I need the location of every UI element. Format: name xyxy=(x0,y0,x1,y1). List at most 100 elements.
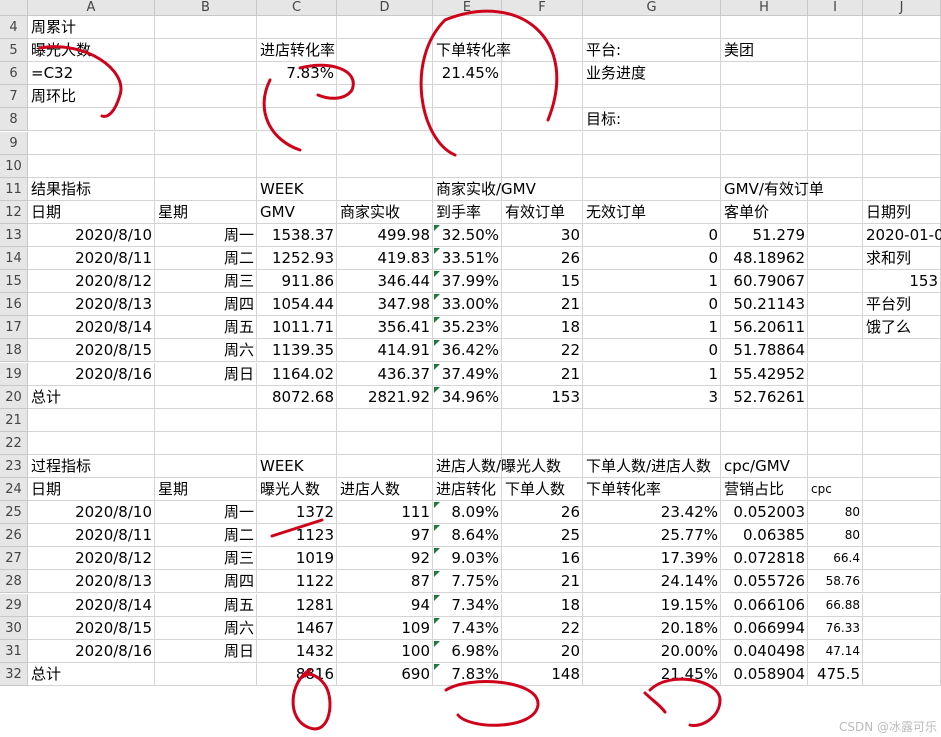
cell-e16[interactable]: 33.00% xyxy=(433,293,502,316)
cell-a4[interactable]: 周累计 xyxy=(28,16,257,39)
cell-c11[interactable]: WEEK xyxy=(257,178,337,201)
grid-cell[interactable] xyxy=(583,154,721,178)
cell-d18[interactable]: 414.91 xyxy=(337,339,433,362)
grid-cell[interactable] xyxy=(863,616,941,640)
cell-g5[interactable]: 平台: xyxy=(583,39,721,62)
cell-d17[interactable]: 356.41 xyxy=(337,316,433,339)
cell-d19[interactable]: 436.37 xyxy=(337,363,433,386)
cell-a16[interactable]: 2020/8/13 xyxy=(28,293,155,316)
cell-e20[interactable]: 34.96% xyxy=(433,386,502,409)
row-header-8[interactable]: 8 xyxy=(0,108,28,132)
cell-e28[interactable]: 7.75% xyxy=(433,570,502,593)
cell-h18[interactable]: 51.78864 xyxy=(721,339,808,362)
cell-h20[interactable]: 52.76261 xyxy=(721,386,808,409)
grid-cell[interactable] xyxy=(863,639,941,663)
grid-cell[interactable] xyxy=(808,39,863,63)
cell-h28[interactable]: 0.055726 xyxy=(721,570,808,593)
row-header-22[interactable]: 22 xyxy=(0,431,28,455)
grid-cell[interactable] xyxy=(863,662,941,686)
cell-b27[interactable]: 周三 xyxy=(155,547,257,570)
cell-a6[interactable]: =C32 xyxy=(28,62,257,85)
cell-a5[interactable]: 曝光人数 xyxy=(28,39,257,62)
cell-d24[interactable]: 进店人数 xyxy=(337,478,433,501)
cell-a32[interactable]: 总计 xyxy=(28,663,155,686)
cell-e30[interactable]: 7.43% xyxy=(433,617,502,640)
cell-h14[interactable]: 48.18962 xyxy=(721,247,808,270)
row-header-15[interactable]: 15 xyxy=(0,270,28,294)
cell-b15[interactable]: 周三 xyxy=(155,270,257,293)
grid-cell[interactable] xyxy=(257,108,337,132)
cell-a27[interactable]: 2020/8/12 xyxy=(28,547,155,570)
cell-d27[interactable]: 92 xyxy=(337,547,433,570)
cell-g12[interactable]: 无效订单 xyxy=(583,201,721,224)
cell-e17[interactable]: 35.23% xyxy=(433,316,502,339)
cell-j16[interactable]: 平台列 xyxy=(863,293,941,316)
grid-cell[interactable] xyxy=(863,570,941,594)
cell-d31[interactable]: 100 xyxy=(337,640,433,663)
cell-g8[interactable]: 目标: xyxy=(583,108,721,131)
grid-cell[interactable] xyxy=(502,16,583,40)
row-header-9[interactable]: 9 xyxy=(0,131,28,155)
row-header-30[interactable]: 30 xyxy=(0,616,28,640)
grid-cell[interactable] xyxy=(257,154,337,178)
cell-d25[interactable]: 111 xyxy=(337,501,433,524)
cell-d32[interactable]: 690 xyxy=(337,663,433,686)
cell-c30[interactable]: 1467 xyxy=(257,617,337,640)
cell-e18[interactable]: 36.42% xyxy=(433,339,502,362)
cell-g6[interactable]: 业务进度 xyxy=(583,62,721,85)
cell-f12[interactable]: 有效订单 xyxy=(502,201,583,224)
cell-c26[interactable]: 1123 xyxy=(257,524,337,547)
row-header-12[interactable]: 12 xyxy=(0,200,28,224)
grid-cell[interactable] xyxy=(863,524,941,548)
cell-g28[interactable]: 24.14% xyxy=(583,570,721,593)
cell-j15[interactable]: 153 xyxy=(863,270,941,293)
row-header-17[interactable]: 17 xyxy=(0,316,28,340)
cell-f31[interactable]: 20 xyxy=(502,640,583,663)
cell-g26[interactable]: 25.77% xyxy=(583,524,721,547)
column-header-c[interactable]: C xyxy=(257,0,337,16)
grid-cell[interactable] xyxy=(808,385,863,409)
grid-cell[interactable] xyxy=(721,431,808,455)
grid-cell[interactable] xyxy=(257,131,337,155)
row-header-20[interactable]: 20 xyxy=(0,385,28,409)
row-header-5[interactable]: 5 xyxy=(0,39,28,63)
cell-c6[interactable]: 7.83% xyxy=(257,62,337,85)
cell-c27[interactable]: 1019 xyxy=(257,547,337,570)
grid-cell[interactable] xyxy=(721,408,808,432)
grid-cell[interactable] xyxy=(337,454,433,478)
row-header-32[interactable]: 32 xyxy=(0,662,28,686)
cell-g29[interactable]: 19.15% xyxy=(583,594,721,617)
cell-c14[interactable]: 1252.93 xyxy=(257,247,337,270)
cell-e31[interactable]: 6.98% xyxy=(433,640,502,663)
cell-f27[interactable]: 16 xyxy=(502,547,583,570)
cell-e23[interactable]: 进店人数/曝光人数 xyxy=(433,455,583,478)
cell-a7[interactable]: 周环比 xyxy=(28,85,257,108)
grid-cell[interactable] xyxy=(808,154,863,178)
grid-cell[interactable] xyxy=(863,131,941,155)
grid-cell[interactable] xyxy=(28,131,155,155)
cell-a31[interactable]: 2020/8/16 xyxy=(28,640,155,663)
grid-cell[interactable] xyxy=(808,431,863,455)
grid-cell[interactable] xyxy=(863,39,941,63)
grid-cell[interactable] xyxy=(502,85,583,109)
cell-e24[interactable]: 进店转化 xyxy=(433,478,502,501)
cell-f15[interactable]: 15 xyxy=(502,270,583,293)
cell-d12[interactable]: 商家实收 xyxy=(337,201,433,224)
cell-b13[interactable]: 周一 xyxy=(155,224,257,247)
row-header-10[interactable]: 10 xyxy=(0,154,28,178)
cell-b30[interactable]: 周六 xyxy=(155,617,257,640)
grid-cell[interactable] xyxy=(721,154,808,178)
cell-c32[interactable]: 8816 xyxy=(257,663,337,686)
cell-c28[interactable]: 1122 xyxy=(257,570,337,593)
row-header-18[interactable]: 18 xyxy=(0,339,28,363)
grid-cell[interactable] xyxy=(863,478,941,502)
cell-c18[interactable]: 1139.35 xyxy=(257,339,337,362)
cell-c23[interactable]: WEEK xyxy=(257,455,337,478)
cell-j12[interactable]: 日期列 xyxy=(863,201,941,224)
cell-g25[interactable]: 23.42% xyxy=(583,501,721,524)
cell-i25[interactable]: 80 xyxy=(808,501,863,524)
cell-a19[interactable]: 2020/8/16 xyxy=(28,363,155,386)
cell-d16[interactable]: 347.98 xyxy=(337,293,433,316)
row-header-25[interactable]: 25 xyxy=(0,501,28,525)
cell-a17[interactable]: 2020/8/14 xyxy=(28,316,155,339)
